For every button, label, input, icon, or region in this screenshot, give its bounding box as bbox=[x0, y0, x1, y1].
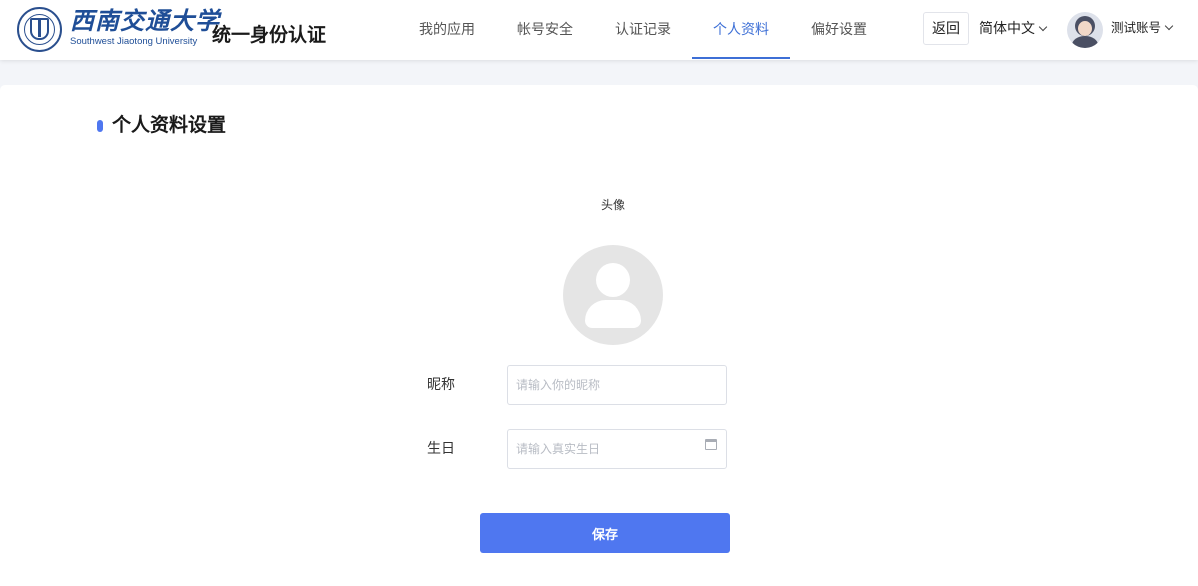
nav-auth-records[interactable]: 认证记录 bbox=[594, 0, 692, 60]
top-header: 西南交通大学 Southwest Jiaotong University 统一身… bbox=[0, 0, 1198, 60]
birthday-input[interactable] bbox=[507, 429, 727, 469]
user-avatar-icon[interactable] bbox=[1067, 12, 1103, 48]
section-title: 个人资料设置 bbox=[112, 115, 227, 136]
language-selector[interactable]: 简体中文 bbox=[979, 18, 1048, 38]
calendar-icon[interactable] bbox=[705, 439, 717, 450]
user-menu[interactable]: 测试账号 bbox=[1111, 19, 1174, 37]
avatar-body bbox=[1072, 36, 1098, 48]
back-button[interactable]: 返回 bbox=[923, 12, 969, 45]
university-seal-icon[interactable] bbox=[17, 7, 62, 52]
university-name[interactable]: 西南交通大学 bbox=[70, 8, 220, 34]
profile-card: 个人资料设置 头像 昵称 生日 保存 bbox=[0, 85, 1198, 586]
user-name: 测试账号 bbox=[1111, 21, 1162, 35]
nav-my-apps[interactable]: 我的应用 bbox=[398, 0, 496, 60]
section-marker bbox=[97, 120, 103, 132]
language-label: 简体中文 bbox=[979, 20, 1035, 36]
university-english-name: Southwest Jiaotong University bbox=[70, 36, 198, 47]
nav-profile[interactable]: 个人资料 bbox=[692, 0, 790, 60]
main-nav: 我的应用 帐号安全 认证记录 个人资料 偏好设置 bbox=[398, 0, 888, 60]
save-button[interactable]: 保存 bbox=[480, 513, 730, 553]
nav-preferences[interactable]: 偏好设置 bbox=[790, 0, 888, 60]
seal-center-bar bbox=[38, 20, 41, 37]
nickname-label: 昵称 bbox=[427, 376, 455, 392]
avatar-upload[interactable] bbox=[563, 245, 663, 345]
avatar-label: 头像 bbox=[600, 198, 625, 212]
nav-account-security[interactable]: 帐号安全 bbox=[496, 0, 594, 60]
default-avatar-icon bbox=[596, 263, 630, 297]
avatar-face bbox=[1078, 21, 1092, 36]
chevron-down-icon bbox=[1038, 22, 1048, 32]
nickname-input[interactable] bbox=[507, 365, 727, 405]
chevron-down-icon bbox=[1164, 21, 1174, 31]
default-avatar-shoulders bbox=[585, 300, 641, 328]
birthday-label: 生日 bbox=[427, 440, 455, 456]
system-title: 统一身份认证 bbox=[212, 25, 327, 46]
